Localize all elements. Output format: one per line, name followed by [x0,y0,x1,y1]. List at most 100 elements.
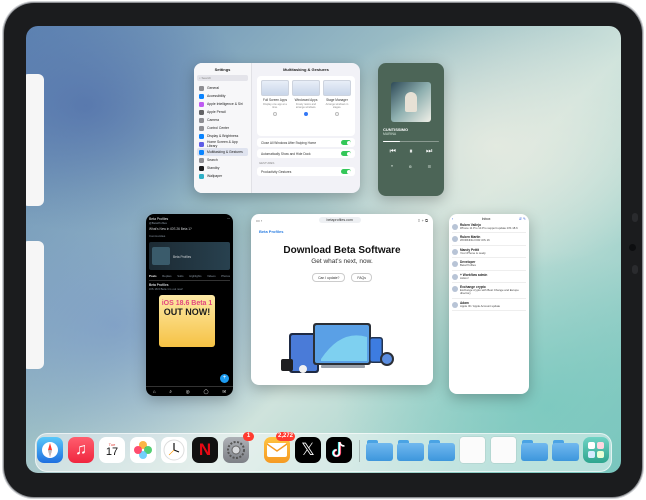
safari-app-icon[interactable] [37,437,63,463]
mail-list-item[interactable]: Exchange crypto Exchange crypto with Best… [452,283,526,299]
settings-row: Close All Windows After Swiping Home [257,138,355,147]
document-thumbnail[interactable] [491,437,516,463]
sidebar-item[interactable]: Wallpaper [197,172,248,180]
mail-app-icon[interactable]: 2,272 [264,432,295,463]
mail-window[interactable]: ‹ Inbox ⇵ ✎ Ruben Vallejo iPhone 11 Pro 1… [449,214,529,394]
messages-icon[interactable]: ✉ [222,389,226,395]
home-icon[interactable]: ⌂ [153,389,156,394]
sidebar-item[interactable]: Apple Pencil [197,108,248,116]
option-thumbnail [261,80,289,96]
settings-sidebar: Settings ⌕ Search General Accessibility … [194,63,252,193]
back-icon[interactable]: ‹ [452,217,453,221]
toggle[interactable] [341,151,351,156]
sidebar-item[interactable]: Search [197,156,248,164]
settings-search[interactable]: ⌕ Search [197,75,248,81]
sidebar-item[interactable]: Camera [197,116,248,124]
calendar-app-icon[interactable]: Tue 17 [99,437,125,463]
music-bottom-bar: ❝ ⊚ ☰ [383,164,439,169]
toggle[interactable] [341,140,351,145]
netflix-app-icon[interactable]: N [192,437,218,463]
x-app-icon[interactable]: 𝕏 [295,437,321,463]
mailbox-title: Inbox [481,217,491,221]
next-icon[interactable]: ⏭ [426,148,432,156]
mail-list-item[interactable]: Mandy Pettit Your iPhone is ready [452,246,526,259]
sidebar-item[interactable]: Home Screen & App Library [197,140,248,148]
safari-toolbar: ▭ ‹ betaprofiles.com ⇧ + ⧉ [251,214,433,226]
x-community-card[interactable]: Beta Profiles [149,242,230,270]
folder-icon[interactable] [366,440,393,461]
share-newtab-tabs-icons[interactable]: ⇧ + ⧉ [417,218,428,223]
mail-list-item[interactable]: Ruben Vallejo iPhone 11 Pro 14 Pro suppor… [452,221,526,234]
lyrics-icon[interactable]: ❝ [391,164,393,169]
pause-icon[interactable]: ⏸ [409,148,413,156]
tab-photos[interactable]: Photos [221,274,230,278]
mail-list-item[interactable]: Developer Beta Profiles [452,258,526,271]
page-heading: Download Beta Software [283,245,401,256]
left-window-peek[interactable] [26,74,44,206]
radio-button[interactable] [335,111,339,116]
settings-window[interactable]: Settings ⌕ Search General Accessibility … [194,63,360,193]
x-post-image[interactable]: iOS 18.6 Beta 1 OUT NOW! [159,295,215,347]
mail-list-item[interactable]: Ruben Martin WORKING FOR iOS 16 [452,233,526,246]
sidebar-item-multitasking[interactable]: Multitasking & Gestures [197,148,248,156]
option-desc: Arrange windows in stages. [325,103,349,110]
folder-icon[interactable] [552,440,579,461]
poster-line-2: OUT NOW! [163,307,211,317]
music-app-icon[interactable]: ♫ [68,437,94,463]
toggle[interactable] [341,169,351,174]
more-icon[interactable]: ⋯ [227,217,230,221]
app-library-icon[interactable] [583,437,609,463]
tab-subs[interactable]: Subs [177,274,183,278]
sidebar-item[interactable]: Control Center [197,124,248,132]
sidebar-item[interactable]: Display & Brightness [197,132,248,140]
tiktok-app-icon[interactable] [326,437,352,463]
tab-posts[interactable]: Posts [149,274,157,278]
queue-icon[interactable]: ☰ [428,164,432,169]
filter-compose-icons[interactable]: ⇵ ✎ [519,217,526,221]
sidebar-back-icons[interactable]: ▭ ‹ [256,218,262,223]
radio-button-selected[interactable] [304,111,308,116]
sidebar-item[interactable]: Apple Intelligence & Siri [197,100,248,108]
left-window-peek[interactable] [26,241,44,369]
dock-divider [359,440,360,462]
clock-app-icon[interactable] [161,437,187,463]
x-handle: @BetaProfiles [149,221,167,225]
option-windowed[interactable]: Windowed Apps Freely resize and arrange … [292,80,320,132]
radio-button[interactable] [273,111,277,116]
tab-videos[interactable]: Videos [207,274,216,278]
previous-icon[interactable]: ⏮ [390,148,396,156]
mail-list-item[interactable]: + Workflow admin Action! [452,271,526,284]
option-stage-manager[interactable]: Stage Manager Arrange windows in stages. [323,80,351,132]
tab-replies[interactable]: Replies [162,274,171,278]
folder-icon[interactable] [521,440,548,461]
safari-window[interactable]: ▭ ‹ betaprofiles.com ⇧ + ⧉ Beta Profiles… [251,214,433,385]
sidebar-item[interactable]: General [197,84,248,92]
music-window[interactable]: CUNTISSIMO MARINA ⏮ ⏸ ⏭ ❝ ⊚ ☰ [378,63,444,196]
compose-button[interactable]: + [220,374,229,383]
sidebar-item[interactable]: Accessibility [197,92,248,100]
settings-title: Settings [214,67,231,72]
document-thumbnail[interactable] [460,437,485,463]
can-i-update-button[interactable]: Can I update? [312,273,346,282]
grok-icon[interactable]: ◎ [186,389,190,395]
notification-badge: 2,272 [275,432,295,441]
search-icon[interactable]: ⌕ [169,389,172,394]
folder-icon[interactable] [397,440,424,461]
sidebar-item[interactable]: Standby [197,164,248,172]
address-bar[interactable]: betaprofiles.com [318,217,361,223]
x-tab-bar: ⌂ ⌕ ◎ ◯ ✉ [146,386,233,396]
x-app-window[interactable]: Beta Profiles ⋯ @BetaProfiles What's New… [146,214,233,396]
mail-list-item[interactable]: Adam Apple ID / Apple Account update [452,299,526,312]
airplay-icon[interactable]: ⊚ [409,164,412,169]
faqs-button[interactable]: FAQs [351,273,372,282]
progress-bar[interactable] [383,141,439,143]
settings-app-icon[interactable]: 1 [223,432,254,463]
option-full-screen[interactable]: Full Screen Apps Display one app at a ti… [261,80,289,132]
site-logo[interactable]: Beta Profiles [251,226,433,237]
tab-highlights[interactable]: Highlights [189,274,201,278]
side-button [632,213,638,222]
photos-app-icon[interactable] [130,437,156,463]
notifications-icon[interactable]: ◯ [203,389,208,395]
calendar-date: 17 [105,446,119,458]
folder-icon[interactable] [428,440,455,461]
